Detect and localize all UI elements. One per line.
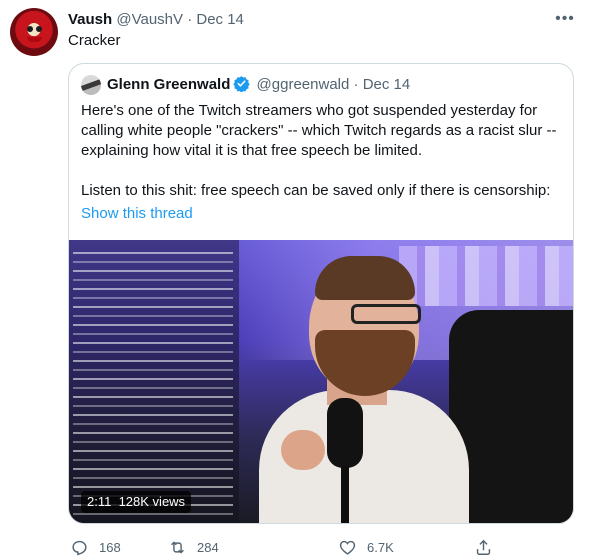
retweet-count: 284 <box>197 539 219 555</box>
quoted-paragraph: Listen to this shit: free speech can be … <box>81 182 551 199</box>
quoted-tweet-header: Glenn Greenwald @ggreenwald · Dec 14 <box>107 75 410 95</box>
avatar-eye <box>36 26 42 32</box>
tweet-header: Vaush @VaushV · Dec 14 <box>68 10 244 30</box>
show-thread-link[interactable]: Show this thread <box>81 204 193 224</box>
video-chat-overlay <box>69 240 239 523</box>
video-player[interactable]: 2:11 128K views <box>69 240 573 523</box>
quoted-author-handle: @ggreenwald <box>256 76 350 93</box>
video-person <box>315 256 415 300</box>
like-count: 6.7K <box>367 539 394 555</box>
separator-dot: · <box>187 11 193 28</box>
tweet-text: Cracker <box>68 32 121 49</box>
share-button[interactable] <box>474 536 503 558</box>
retweet-icon <box>171 540 184 554</box>
avatar-eye <box>27 26 33 32</box>
author-handle[interactable]: @VaushV <box>116 11 183 28</box>
quoted-tweet-text: Here's one of the Twitch streamers who g… <box>81 101 565 201</box>
quoted-author-avatar[interactable] <box>81 75 101 95</box>
video-person-glasses <box>351 304 421 324</box>
quoted-author-name: Glenn Greenwald <box>107 76 231 93</box>
verified-badge-icon <box>233 76 251 92</box>
avatar-mouth <box>27 37 42 42</box>
video-chat-lines <box>73 252 233 520</box>
like-button[interactable]: 6.7K <box>338 536 394 558</box>
video-microphone-arm <box>341 466 349 523</box>
quoted-paragraph: Here's one of the Twitch streamers who g… <box>81 102 557 159</box>
reply-button[interactable]: 168 <box>70 536 121 558</box>
separator-dot: · <box>353 76 359 93</box>
tweet[interactable]: Vaush @VaushV · Dec 14 ••• Cracker Glenn… <box>0 0 592 560</box>
share-icon <box>476 539 491 555</box>
reply-count: 168 <box>99 539 121 555</box>
video-shelf <box>399 246 573 306</box>
retweet-button[interactable]: 284 <box>168 536 219 558</box>
quoted-tweet-date: Dec 14 <box>362 76 411 93</box>
video-stats-badge: 2:11 128K views <box>81 491 192 513</box>
tweet-date[interactable]: Dec 14 <box>196 11 244 28</box>
video-microphone <box>327 398 363 468</box>
author-name[interactable]: Vaush <box>68 11 112 28</box>
video-person-hand <box>281 430 325 470</box>
more-icon[interactable]: ••• <box>552 10 578 28</box>
tweet-actions: 168 284 6.7K <box>68 536 588 558</box>
video-time: 2:11 <box>87 494 112 509</box>
like-icon <box>339 540 356 555</box>
reply-icon <box>72 540 87 555</box>
quoted-tweet[interactable]: Glenn Greenwald @ggreenwald · Dec 14 Her… <box>68 63 574 524</box>
video-views: 128K views <box>118 494 186 509</box>
author-avatar[interactable] <box>10 8 58 56</box>
